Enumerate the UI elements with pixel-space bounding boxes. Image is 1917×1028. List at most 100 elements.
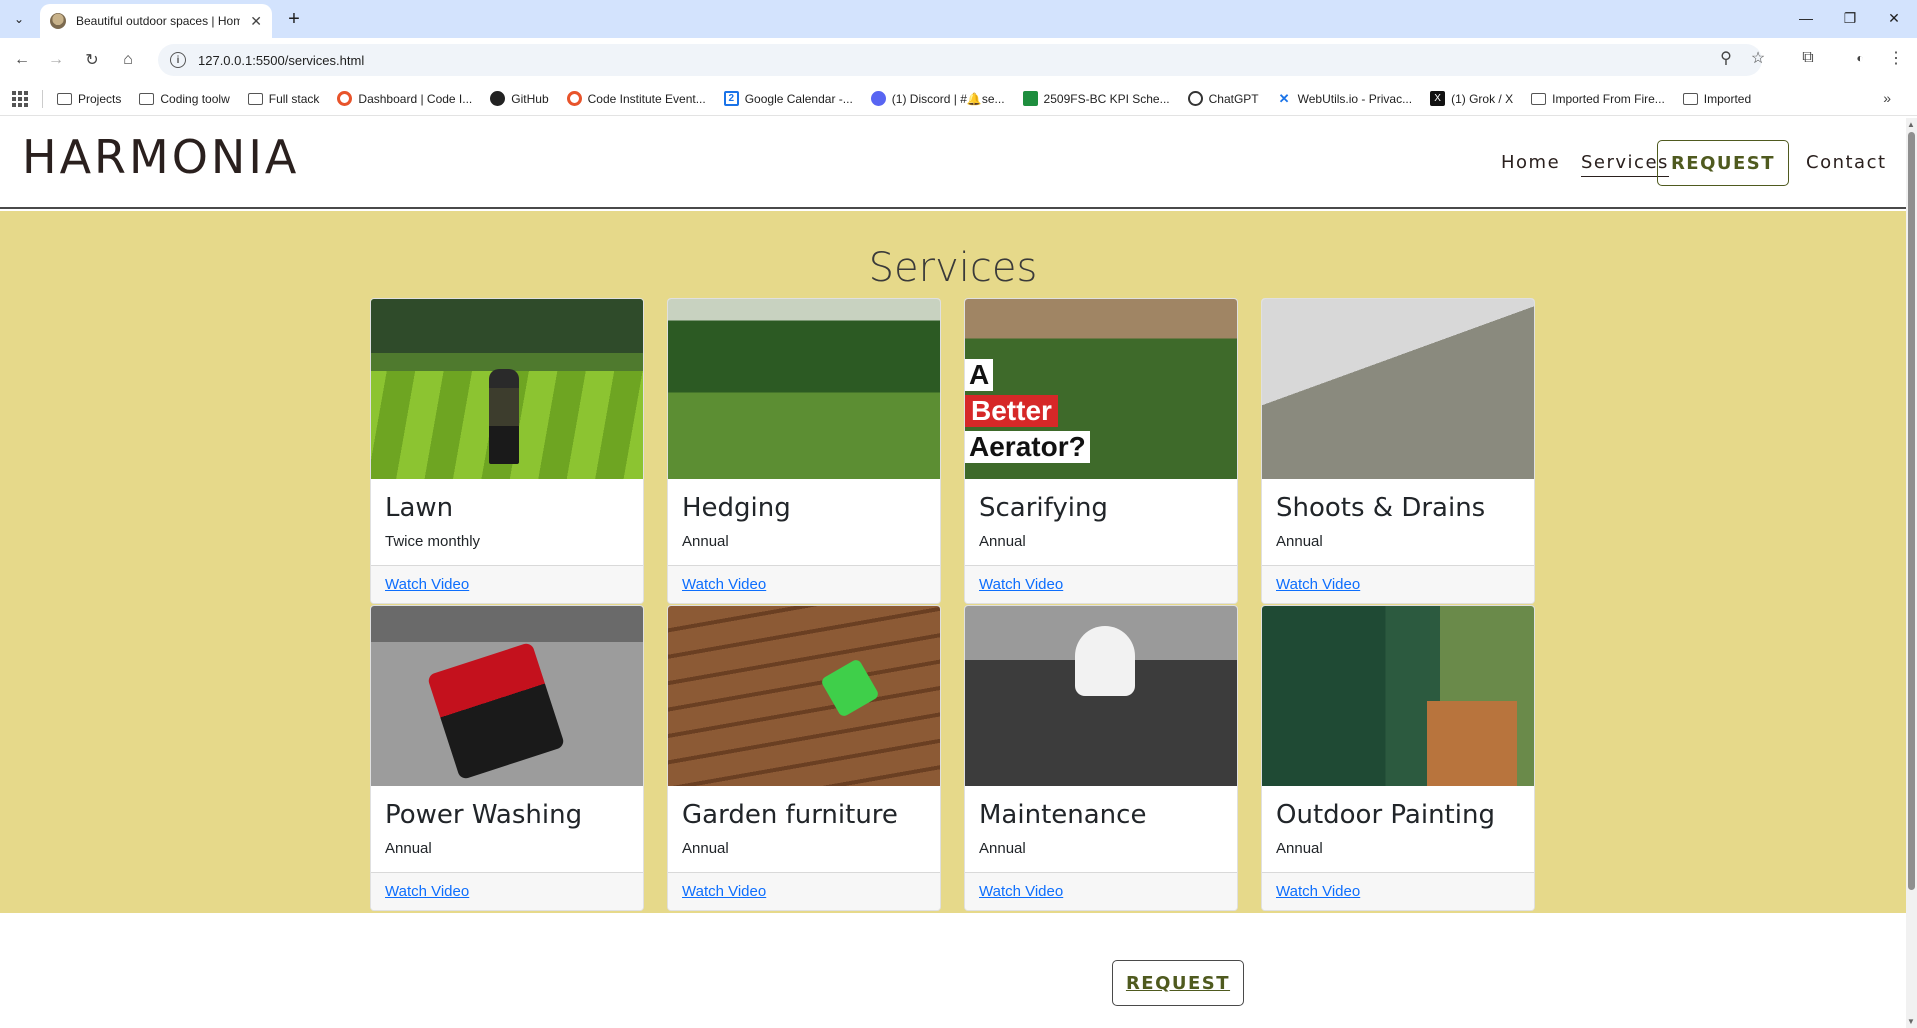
calendar-icon: 2 xyxy=(723,91,739,106)
apps-grid-icon[interactable] xyxy=(12,90,28,107)
nav-home-link[interactable]: Home xyxy=(1501,152,1560,173)
card-footer: Watch Video xyxy=(668,872,940,910)
service-card-shoots-drains: Shoots & Drains Annual Watch Video xyxy=(1261,298,1535,604)
bookmark-item[interactable]: GitHub xyxy=(490,91,549,106)
bookmark-item[interactable]: ChatGPT xyxy=(1187,91,1259,106)
nav-request-button[interactable]: REQUEST xyxy=(1657,140,1789,186)
bookmark-item[interactable]: X (1) Grok / X xyxy=(1430,91,1513,106)
profile-avatar-icon[interactable]: ◐ xyxy=(1848,46,1872,70)
new-tab-button[interactable]: + xyxy=(282,7,306,31)
service-image xyxy=(965,606,1237,786)
tab-title: Beautiful outdoor spaces | Hom xyxy=(76,14,241,28)
chatgpt-icon xyxy=(1187,91,1203,106)
forward-arrow-icon[interactable]: → xyxy=(44,48,68,72)
service-title: Maintenance xyxy=(979,800,1147,830)
service-title: Scarifying xyxy=(979,493,1108,523)
nav-services-link[interactable]: Services xyxy=(1581,152,1669,177)
site-logo[interactable]: HARMONIA xyxy=(22,130,299,184)
service-title: Shoots & Drains xyxy=(1276,493,1486,523)
webutils-icon: ✕ xyxy=(1278,90,1290,106)
bookmark-star-icon[interactable]: ☆ xyxy=(1746,46,1770,70)
service-title: Lawn xyxy=(385,493,454,523)
folder-icon xyxy=(247,92,263,105)
watch-video-link[interactable]: Watch Video xyxy=(682,576,766,593)
code-institute-icon xyxy=(337,91,353,106)
zoom-icon[interactable]: ⚲ xyxy=(1714,46,1738,70)
github-icon xyxy=(490,91,506,106)
folder-icon xyxy=(57,92,72,105)
watch-video-link[interactable]: Watch Video xyxy=(1276,883,1360,900)
bookmark-item[interactable]: Imported xyxy=(1682,92,1751,106)
scrollbar-thumb[interactable] xyxy=(1908,132,1915,890)
close-window-button[interactable]: ✕ xyxy=(1880,6,1908,30)
card-footer: Watch Video xyxy=(965,872,1237,910)
image-overlay-text: A xyxy=(965,359,994,391)
watch-video-link[interactable]: Watch Video xyxy=(1276,576,1360,593)
service-title: Power Washing xyxy=(385,800,583,830)
watch-video-link[interactable]: Watch Video xyxy=(682,883,766,900)
home-icon[interactable]: ⌂ xyxy=(116,48,140,72)
service-frequency: Annual xyxy=(979,533,1026,550)
url-text[interactable]: 127.0.0.1:5500/services.html xyxy=(198,53,364,68)
services-section: Services Lawn Twice monthly Watch Video … xyxy=(0,211,1906,913)
reload-icon[interactable]: ↻ xyxy=(80,48,104,72)
bookmark-item[interactable]: 2509FS-BC KPI Sche... xyxy=(1022,91,1170,106)
bookmark-item[interactable]: Coding toolw xyxy=(139,92,230,106)
bookmark-item[interactable]: Dashboard | Code I... xyxy=(337,91,472,106)
service-image xyxy=(371,606,643,786)
service-image: A Better Aerator? xyxy=(965,299,1237,479)
service-card-lawn: Lawn Twice monthly Watch Video xyxy=(370,298,644,604)
bookmark-item[interactable]: (1) Discord | #🔔se... xyxy=(870,91,1005,106)
code-institute-icon xyxy=(566,91,582,106)
menu-kebab-icon[interactable]: ⋮ xyxy=(1884,46,1908,70)
bookmark-item[interactable]: Imported From Fire... xyxy=(1531,92,1665,106)
back-arrow-icon[interactable]: ← xyxy=(10,48,34,72)
tab-search-chevron-icon[interactable]: ⌄ xyxy=(6,7,32,31)
address-bar[interactable]: i 127.0.0.1:5500/services.html xyxy=(158,44,1762,76)
x-icon: X xyxy=(1430,91,1446,106)
extensions-icon[interactable]: ⧉ xyxy=(1796,46,1820,70)
page-scrollbar[interactable]: ▲ ▼ xyxy=(1906,118,1917,1028)
bookmarks-overflow-chevron-icon[interactable]: » xyxy=(1883,90,1891,106)
minimize-button[interactable]: — xyxy=(1792,6,1820,30)
service-frequency: Annual xyxy=(385,840,432,857)
bookmark-item[interactable]: Projects xyxy=(57,92,121,106)
service-title: Outdoor Painting xyxy=(1276,800,1495,830)
site-header: HARMONIA Home Services REQUEST Contact xyxy=(0,118,1906,209)
image-overlay-text: Better xyxy=(965,395,1058,427)
service-title: Hedging xyxy=(682,493,791,523)
watch-video-link[interactable]: Watch Video xyxy=(385,883,469,900)
tab-close-icon[interactable]: ✕ xyxy=(250,13,262,30)
folder-icon xyxy=(1682,92,1698,105)
scroll-down-arrow-icon[interactable]: ▼ xyxy=(1907,1017,1915,1026)
browser-tab[interactable]: Beautiful outdoor spaces | Hom ✕ xyxy=(40,4,272,38)
service-image xyxy=(1262,299,1534,479)
service-image xyxy=(668,606,940,786)
service-frequency: Annual xyxy=(1276,840,1323,857)
service-frequency: Annual xyxy=(682,840,729,857)
request-button[interactable]: REQUEST xyxy=(1112,960,1244,1006)
card-footer: Watch Video xyxy=(371,565,643,603)
service-frequency: Twice monthly xyxy=(385,533,481,550)
card-footer: Watch Video xyxy=(371,872,643,910)
nav-contact-link[interactable]: Contact xyxy=(1806,152,1887,173)
site-info-icon[interactable]: i xyxy=(170,52,186,68)
sheets-icon xyxy=(1022,91,1038,106)
maximize-button[interactable]: ❐ xyxy=(1836,6,1864,30)
card-footer: Watch Video xyxy=(1262,872,1534,910)
watch-video-link[interactable]: Watch Video xyxy=(979,576,1063,593)
site-favicon-icon xyxy=(50,13,66,29)
service-card-scarifying: A Better Aerator? Scarifying Annual Watc… xyxy=(964,298,1238,604)
bookmark-item[interactable]: Full stack xyxy=(247,92,319,106)
bookmark-item[interactable]: 2 Google Calendar -... xyxy=(723,91,853,106)
card-footer: Watch Video xyxy=(668,565,940,603)
watch-video-link[interactable]: Watch Video xyxy=(979,883,1063,900)
scroll-up-arrow-icon[interactable]: ▲ xyxy=(1907,120,1915,129)
service-image xyxy=(668,299,940,479)
page-viewport: HARMONIA Home Services REQUEST Contact S… xyxy=(0,118,1906,1028)
watch-video-link[interactable]: Watch Video xyxy=(385,576,469,593)
bookmark-item[interactable]: Code Institute Event... xyxy=(566,91,706,106)
card-footer: Watch Video xyxy=(1262,565,1534,603)
bookmark-item[interactable]: ✕ WebUtils.io - Privac... xyxy=(1277,91,1412,106)
service-title: Garden furniture xyxy=(682,800,898,830)
